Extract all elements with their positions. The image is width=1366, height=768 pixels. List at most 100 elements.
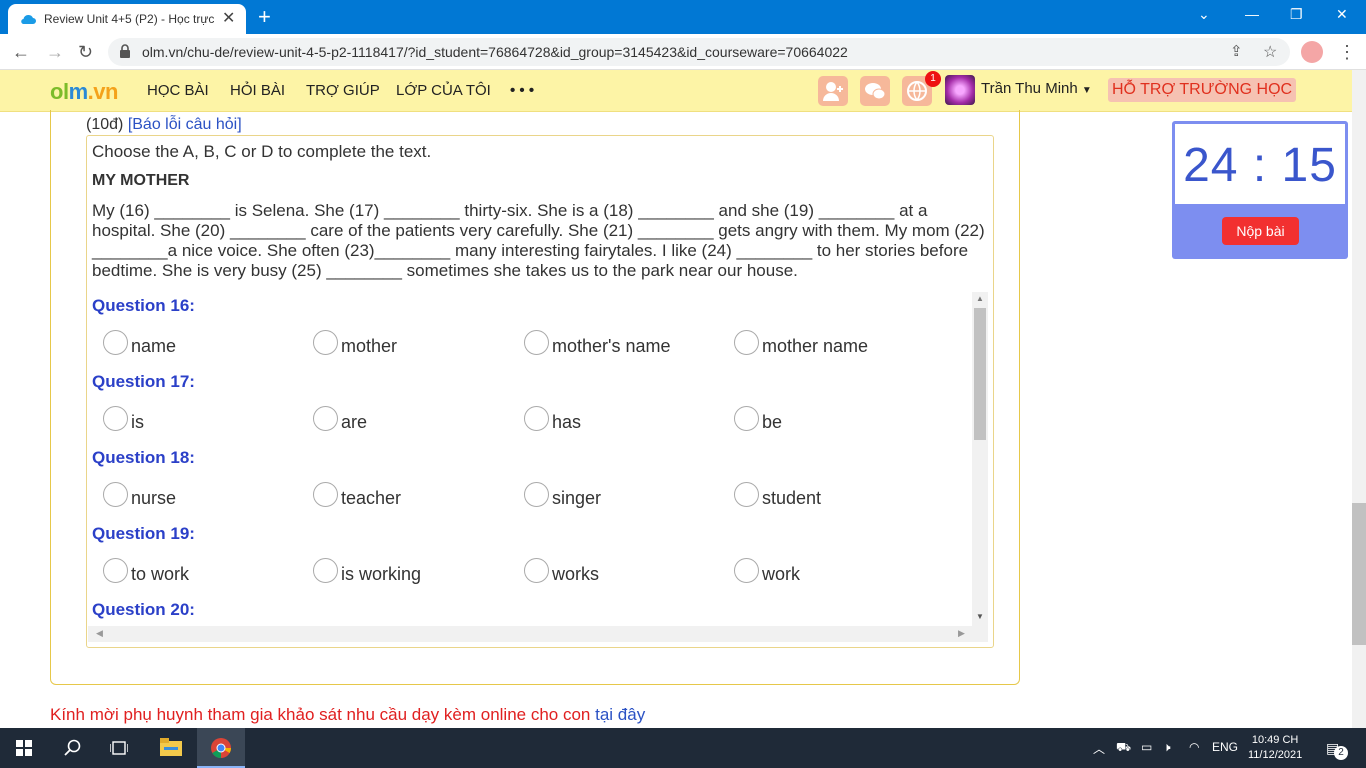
back-icon[interactable]: ← (12, 42, 30, 63)
option-label[interactable]: is (131, 412, 144, 433)
volume-muted-icon[interactable]: 🕨 (1163, 740, 1171, 755)
clock-date: 11/12/2021 (1248, 749, 1303, 761)
share-icon[interactable]: ⇪ (1230, 42, 1243, 60)
option-label[interactable]: mother name (762, 336, 868, 357)
menu-dots-icon[interactable]: ⋮ (1338, 42, 1356, 63)
radio-button[interactable] (313, 406, 338, 431)
instruction: Choose the A, B, C or D to complete the … (92, 142, 432, 161)
passage-text: My (16) ________ is Selena. She (17) ___… (92, 201, 985, 280)
option-label[interactable]: are (341, 412, 367, 433)
radio-button[interactable] (734, 482, 759, 507)
url-field[interactable]: olm.vn/chu-de/review-unit-4-5-p2-1118417… (108, 38, 1290, 66)
option-label[interactable]: name (131, 336, 176, 357)
reload-icon[interactable]: ↻ (78, 42, 93, 63)
question-label: Question 16: (92, 296, 195, 315)
question-label: Question 20: (92, 600, 195, 619)
clock[interactable]: 10:49 CH 11/12/2021 (1248, 733, 1302, 763)
browser-tab-bar: Review Unit 4+5 (P2) - Học trực t ✕ + ⌄ … (0, 0, 1366, 34)
option-label[interactable]: mother (341, 336, 397, 357)
points: (10đ) (86, 116, 124, 133)
user-menu[interactable]: Trần Thu Minh ▼ (981, 80, 1092, 97)
tab-search-icon[interactable]: ⌄ (1198, 6, 1210, 23)
wifi-icon[interactable]: ◠ (1189, 740, 1199, 754)
lock-icon (120, 44, 130, 58)
radio-button[interactable] (524, 482, 549, 507)
option-label[interactable]: student (762, 488, 821, 509)
question-horizontal-scrollbar[interactable]: ◀ ▶ (88, 626, 988, 642)
radio-button[interactable] (103, 406, 128, 431)
survey-link[interactable]: tại đây (595, 705, 645, 724)
browser-tab[interactable]: Review Unit 4+5 (P2) - Học trực t ✕ (8, 4, 246, 34)
survey-notice: Kính mời phụ huynh tham gia khảo sát nhu… (50, 705, 645, 725)
tab-title: Review Unit 4+5 (P2) - Học trực t (44, 12, 214, 26)
language-indicator[interactable]: ENG (1212, 740, 1238, 754)
nav-tro-giup[interactable]: TRỢ GIÚP (306, 82, 380, 99)
radio-button[interactable] (313, 558, 338, 583)
file-explorer-icon[interactable] (160, 738, 182, 756)
scroll-right-icon[interactable]: ▶ (958, 628, 965, 639)
radio-button[interactable] (734, 406, 759, 431)
option-label[interactable]: singer (552, 488, 601, 509)
nav-more[interactable]: • • • (510, 82, 534, 99)
url-text: olm.vn/chu-de/review-unit-4-5-p2-1118417… (142, 44, 848, 60)
user-avatar[interactable] (945, 75, 975, 105)
minimize-icon[interactable]: — (1245, 6, 1259, 22)
olm-logo[interactable]: olm.vn (50, 79, 118, 105)
scroll-up-icon[interactable]: ▲ (976, 294, 984, 303)
question-scroll-thumb[interactable] (974, 308, 986, 440)
school-support-button[interactable]: HỖ TRỢ TRƯỜNG HỌC (1108, 78, 1297, 102)
window-close-icon[interactable]: ✕ (1336, 6, 1348, 23)
option-label[interactable]: is working (341, 564, 421, 585)
scroll-left-icon[interactable]: ◀ (96, 628, 103, 639)
option-label[interactable]: be (762, 412, 782, 433)
option-label[interactable]: work (762, 564, 800, 585)
radio-button[interactable] (524, 330, 549, 355)
submit-button[interactable]: Nộp bài (1222, 217, 1299, 245)
radio-button[interactable] (103, 330, 128, 355)
option-label[interactable]: teacher (341, 488, 401, 509)
new-tab-icon[interactable]: + (258, 4, 271, 30)
network-app-icon[interactable]: ⛟ (1116, 740, 1131, 756)
report-error-link[interactable]: [Báo lỗi câu hỏi] (128, 116, 242, 133)
radio-button[interactable] (734, 558, 759, 583)
nav-hoc-bai[interactable]: HỌC BÀI (147, 82, 209, 99)
restore-icon[interactable]: ❐ (1290, 6, 1303, 23)
option-label[interactable]: nurse (131, 488, 176, 509)
chrome-taskbar-button[interactable] (197, 728, 245, 768)
close-tab-icon[interactable]: ✕ (222, 8, 235, 28)
clock-time: 10:49 CH (1251, 734, 1299, 746)
tray-expand-icon[interactable]: ︿ (1093, 740, 1105, 757)
nav-hoi-bai[interactable]: HỎI BÀI (230, 82, 285, 99)
radio-button[interactable] (103, 558, 128, 583)
radio-button[interactable] (524, 406, 549, 431)
notification-count: 2 (1334, 746, 1348, 760)
forward-icon[interactable]: → (46, 42, 64, 63)
add-friend-icon[interactable] (818, 76, 848, 106)
chat-icon[interactable] (860, 76, 890, 106)
radio-button[interactable] (734, 330, 759, 355)
page-scroll-thumb[interactable] (1352, 503, 1366, 645)
option-label[interactable]: to work (131, 564, 189, 585)
notification-badge: 1 (925, 71, 941, 87)
question-list[interactable]: Question 16: name mother mother's name m… (88, 290, 988, 626)
bookmark-star-icon[interactable]: ☆ (1263, 42, 1277, 62)
question-header: (10đ) [Báo lỗi câu hỏi] (86, 116, 242, 134)
battery-icon[interactable]: ▭ (1141, 740, 1152, 754)
radio-button[interactable] (524, 558, 549, 583)
option-label[interactable]: has (552, 412, 581, 433)
option-label[interactable]: mother's name (552, 336, 671, 357)
task-view-icon[interactable] (110, 740, 128, 756)
option-label[interactable]: works (552, 564, 599, 585)
radio-button[interactable] (313, 330, 338, 355)
site-nav: olm.vn HỌC BÀI HỎI BÀI TRỢ GIÚP LỚP CỦA … (0, 70, 1352, 112)
search-icon[interactable] (64, 739, 82, 757)
nav-lop-cua-toi[interactable]: LỚP CỦA TÔI (396, 82, 491, 99)
address-bar: ← → ↻ olm.vn/chu-de/review-unit-4-5-p2-1… (0, 34, 1366, 70)
radio-button[interactable] (103, 482, 128, 507)
radio-button[interactable] (313, 482, 338, 507)
question-label: Question 19: (92, 524, 195, 543)
scroll-down-icon[interactable]: ▼ (976, 612, 984, 621)
caret-down-icon: ▼ (1081, 85, 1092, 96)
windows-start-icon[interactable] (16, 740, 32, 756)
profile-avatar[interactable] (1301, 41, 1323, 63)
